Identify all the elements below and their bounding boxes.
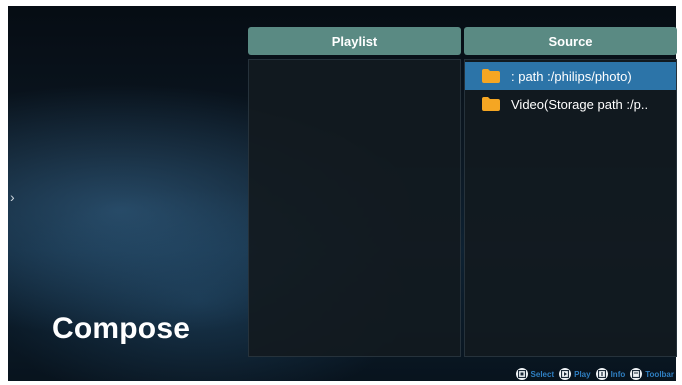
- playlist-panel[interactable]: [248, 59, 461, 357]
- page-title: Compose: [52, 312, 191, 345]
- folder-icon: [482, 69, 500, 83]
- source-item-video[interactable]: Video(Storage path :/p..: [465, 90, 676, 118]
- info-key-icon: [595, 368, 608, 380]
- play-key-icon: [559, 368, 572, 380]
- playlist-header: Playlist: [248, 27, 461, 55]
- key-hints-bar: Select Play Info Toolbar: [515, 366, 674, 382]
- hint-select-label: Select: [530, 369, 555, 379]
- source-item-photo[interactable]: : path :/philips/photo): [465, 62, 676, 90]
- hint-toolbar: Toolbar: [630, 368, 674, 380]
- source-panel[interactable]: : path :/philips/photo) Video(Storage pa…: [464, 59, 677, 357]
- hint-select: Select: [515, 368, 555, 380]
- hint-info: Info: [595, 368, 626, 380]
- screen-border-left: [0, 0, 8, 385]
- source-item-label: Video(Storage path :/p..: [511, 96, 649, 112]
- hint-play-label: Play: [574, 369, 591, 379]
- toolbar-key-icon: [630, 368, 643, 380]
- hint-info-label: Info: [610, 369, 626, 379]
- folder-icon: [482, 97, 500, 111]
- hint-play: Play: [559, 368, 591, 380]
- chevron-right-icon[interactable]: ›: [10, 190, 15, 204]
- hint-toolbar-label: Toolbar: [645, 369, 674, 379]
- source-header: Source: [464, 27, 677, 55]
- screen-border-top: [0, 0, 682, 6]
- select-key-icon: [515, 368, 528, 380]
- source-item-label: : path :/philips/photo): [511, 68, 632, 84]
